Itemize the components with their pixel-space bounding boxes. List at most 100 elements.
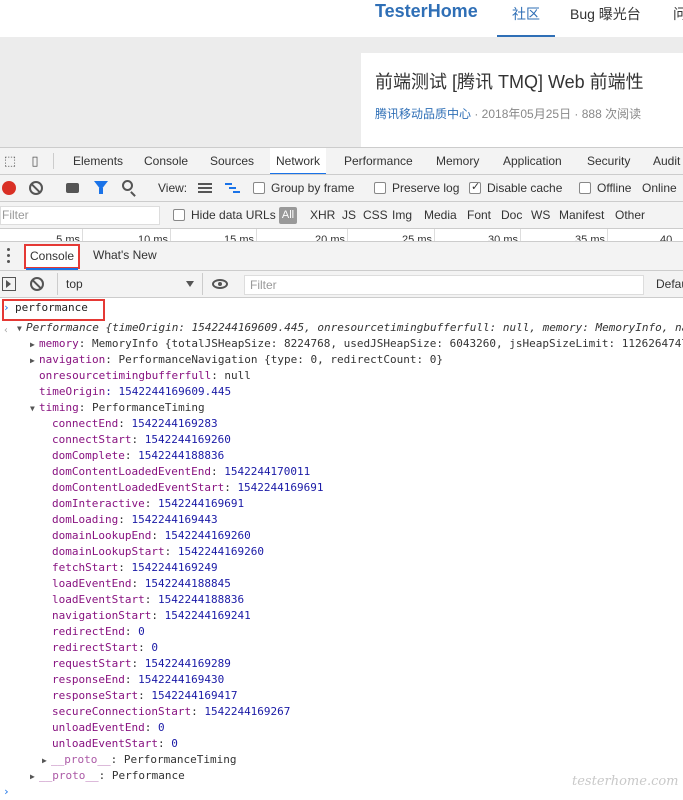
network-filter-input[interactable]: Filter: [0, 206, 160, 225]
nav-bug-board[interactable]: Bug 曝光台: [570, 4, 641, 24]
timing-value: 0: [157, 721, 165, 734]
record-icon[interactable]: [2, 181, 16, 195]
tab-network[interactable]: Network: [270, 148, 327, 174]
timing-key: unloadEventStart: [52, 737, 158, 750]
toolbar-divider: [53, 153, 54, 169]
timing-value: 1542244169249: [131, 561, 218, 574]
console-output: › performance ‹ ▼ Performance {timeOrigin…: [0, 298, 683, 800]
timing-value: 1542244169430: [138, 673, 225, 686]
tab-security[interactable]: Security: [587, 148, 630, 174]
timing-value: 1542244170011: [224, 465, 311, 478]
timing-row: navigationStart: 1542244169241: [52, 609, 251, 622]
timing-row: fetchStart: 1542244169249: [52, 561, 218, 574]
type-filter-doc[interactable]: Doc: [501, 202, 522, 228]
console-input-prompt[interactable]: ›: [3, 785, 10, 798]
timeline-tick: 15 ms: [214, 229, 257, 241]
timing-key: domInteractive: [52, 497, 145, 510]
timing-value: 1542244188836: [157, 593, 245, 606]
timeline-tick: 20 ms: [300, 229, 348, 241]
type-filter-css[interactable]: CSS: [363, 202, 388, 228]
offline-checkbox[interactable]: [579, 182, 591, 194]
timing-key: domContentLoadedEventEnd: [52, 465, 211, 478]
waterfall-overview-icon[interactable]: [225, 183, 240, 193]
preserve-log-checkbox[interactable]: [374, 182, 386, 194]
drawer-tab-console[interactable]: Console: [24, 244, 81, 270]
timing-value: 0: [171, 737, 178, 750]
prop-memory[interactable]: ▶ memory: MemoryInfo {totalJSHeapSize: 82…: [30, 336, 683, 353]
tab-console[interactable]: Console: [144, 148, 188, 174]
expanded-triangle-icon: ▼: [30, 404, 35, 413]
article-author[interactable]: 腾讯移动品质中心: [375, 107, 471, 121]
tab-performance[interactable]: Performance: [344, 148, 413, 174]
tab-audits[interactable]: Audit: [653, 148, 680, 174]
nav-more[interactable]: 问: [673, 4, 683, 24]
timing-key: loadEventEnd: [52, 577, 132, 590]
disable-cache-label: Disable cache: [487, 181, 563, 195]
timing-key: redirectEnd: [52, 625, 125, 638]
type-filter-xhr[interactable]: XHR: [310, 202, 335, 228]
group-by-frame-checkbox[interactable]: [253, 182, 265, 194]
type-filter-img[interactable]: Img: [392, 202, 412, 228]
timeline-tick: 30 ms: [473, 229, 521, 241]
large-rows-icon[interactable]: [198, 183, 212, 193]
prop-onresourcetimingbufferfull: onresourcetimingbufferfull: null: [39, 369, 251, 382]
throttling-select[interactable]: Online: [642, 175, 677, 201]
site-logo[interactable]: TesterHome: [375, 1, 478, 22]
timing-row: responseStart: 1542244169417: [52, 689, 238, 702]
timing-proto[interactable]: ▶ __proto__: PerformanceTiming: [42, 752, 236, 769]
timing-key: navigationStart: [52, 609, 152, 622]
performance-proto[interactable]: ▶ __proto__: Performance: [30, 768, 185, 785]
console-toolbar: top Filter Default: [0, 271, 683, 298]
timing-row: domainLookupEnd: 1542244169260: [52, 529, 251, 542]
article-title[interactable]: 前端测试 [腾讯 TMQ] Web 前端性: [375, 68, 644, 94]
type-filter-manifest[interactable]: Manifest: [559, 202, 604, 228]
nav-community[interactable]: 社区: [497, 4, 555, 37]
type-filter-js[interactable]: JS: [342, 202, 356, 228]
timing-key: unloadEventEnd: [52, 721, 145, 734]
drawer-tab-whats-new[interactable]: What's New: [93, 242, 157, 270]
console-filter-input[interactable]: Filter: [244, 275, 644, 295]
show-sidebar-icon[interactable]: [2, 277, 16, 291]
timing-key: requestStart: [52, 657, 132, 670]
timing-row: redirectEnd: 0: [52, 625, 145, 638]
timing-value: 1542244169417: [151, 689, 238, 702]
article-date-views: · 2018年05月25日 · 888 次阅读: [471, 107, 642, 121]
network-toolbar: View: Group by frame Preserve log Disabl…: [0, 175, 683, 202]
prop-timing[interactable]: ▼ timing: PerformanceTiming: [30, 400, 205, 417]
search-icon[interactable]: [122, 180, 133, 191]
tab-memory[interactable]: Memory: [436, 148, 479, 174]
timing-row: requestStart: 1542244169289: [52, 657, 231, 670]
hide-data-urls-checkbox[interactable]: [173, 209, 185, 221]
filter-icon[interactable]: [94, 181, 108, 194]
timing-value: 1542244188836: [138, 449, 225, 462]
timing-value: 1542244188845: [144, 577, 231, 590]
tab-elements[interactable]: Elements: [73, 148, 123, 174]
disable-cache-checkbox[interactable]: [469, 180, 481, 194]
more-options-icon[interactable]: [7, 248, 10, 263]
type-filter-media[interactable]: Media: [424, 202, 457, 228]
screenshot-camera-icon[interactable]: [66, 183, 79, 193]
log-levels-select[interactable]: Default: [656, 271, 683, 297]
type-filter-all[interactable]: All: [279, 207, 297, 224]
timing-row: connectEnd: 1542244169283: [52, 417, 218, 430]
type-filter-other[interactable]: Other: [615, 202, 645, 228]
device-toolbar-icon[interactable]: ▯: [27, 153, 43, 169]
type-filter-ws[interactable]: WS: [531, 202, 550, 228]
prop-navigation[interactable]: ▶ navigation: PerformanceNavigation {type…: [30, 352, 443, 369]
tab-application[interactable]: Application: [503, 148, 562, 174]
view-label: View:: [158, 181, 188, 195]
live-expression-eye-icon[interactable]: [212, 279, 228, 289]
timing-row: secureConnectionStart: 1542244169267: [52, 705, 291, 718]
timing-value: 1542244169260: [177, 545, 264, 558]
type-filter-font[interactable]: Font: [467, 202, 491, 228]
group-by-frame-label: Group by frame: [271, 181, 355, 195]
timing-key: connectEnd: [52, 417, 119, 430]
timing-key: responseStart: [52, 689, 139, 702]
tab-sources[interactable]: Sources: [210, 148, 254, 174]
clear-console-icon[interactable]: [30, 277, 44, 291]
timing-value: 1542244169443: [131, 513, 218, 526]
result-summary[interactable]: ▼ Performance {timeOrigin: 1542244169609.…: [17, 320, 683, 337]
execution-context-select[interactable]: top: [57, 273, 203, 295]
inspect-element-icon[interactable]: ⬚: [2, 153, 18, 169]
clear-icon[interactable]: [29, 181, 43, 195]
